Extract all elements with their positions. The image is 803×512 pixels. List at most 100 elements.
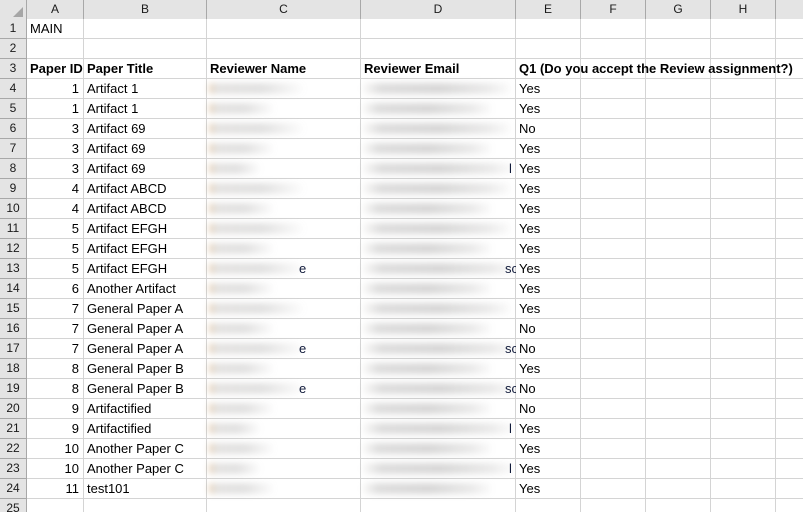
cell-reviewer-email-redacted[interactable] <box>363 323 491 334</box>
cell-reviewer-email-redacted[interactable] <box>363 423 513 434</box>
cell-reviewer-name-redacted[interactable] <box>209 443 275 454</box>
select-all-corner[interactable] <box>0 0 27 19</box>
cell-paper-id[interactable]: 7 <box>27 339 79 359</box>
cell-reviewer-name-redacted[interactable] <box>209 303 305 314</box>
column-header-h[interactable]: H <box>711 0 776 19</box>
cell-q1-answer[interactable]: Yes <box>519 219 577 239</box>
cell-reviewer-name-redacted[interactable] <box>209 423 261 434</box>
cell-reviewer-email-redacted[interactable] <box>363 343 515 354</box>
header-cell-paper-title[interactable]: Paper Title <box>87 59 205 79</box>
cell-paper-id[interactable]: 11 <box>27 479 80 499</box>
cell-reviewer-name-redacted[interactable] <box>209 383 305 394</box>
cell-q1-answer[interactable]: Yes <box>519 79 577 99</box>
cell-q1-answer[interactable]: Yes <box>519 279 577 299</box>
cell-reviewer-name-redacted[interactable] <box>209 403 275 414</box>
cell-reviewer-name-redacted[interactable] <box>209 263 305 274</box>
column-header-d[interactable]: D <box>361 0 516 19</box>
cell-paper-id[interactable]: 10 <box>27 439 79 459</box>
cell-paper-title[interactable]: Another Paper C <box>87 459 205 479</box>
row-header-20[interactable]: 20 <box>0 399 27 419</box>
cell-q1-answer[interactable]: Yes <box>519 139 577 159</box>
row-header-4[interactable]: 4 <box>0 79 27 99</box>
column-header-g[interactable]: G <box>646 0 711 19</box>
cell-paper-id[interactable]: 3 <box>27 119 79 139</box>
cell-reviewer-name-redacted[interactable] <box>209 183 305 194</box>
cell-reviewer-name-redacted[interactable] <box>209 343 305 354</box>
cell-q1-answer[interactable]: Yes <box>519 479 577 499</box>
cell-paper-title[interactable]: General Paper B <box>87 379 205 399</box>
row-header-13[interactable]: 13 <box>0 259 27 279</box>
cell-reviewer-email-redacted[interactable] <box>363 303 510 314</box>
cell-q1-answer[interactable]: Yes <box>519 179 577 199</box>
cell-q1-answer[interactable]: Yes <box>519 419 577 439</box>
cell-reviewer-email-redacted[interactable] <box>363 483 491 494</box>
cell-paper-title[interactable]: Artifact 69 <box>87 159 205 179</box>
cell-reviewer-email-redacted[interactable] <box>363 163 513 174</box>
row-header-22[interactable]: 22 <box>0 439 27 459</box>
row-header-19[interactable]: 19 <box>0 379 27 399</box>
row-header-21[interactable]: 21 <box>0 419 27 439</box>
cell-paper-id[interactable]: 1 <box>27 79 79 99</box>
cell-reviewer-name-redacted[interactable] <box>209 123 305 134</box>
cell-paper-id[interactable]: 5 <box>27 239 79 259</box>
cell-q1-answer[interactable]: No <box>519 119 577 139</box>
cell-paper-id[interactable]: 10 <box>27 459 79 479</box>
cell-q1-answer[interactable]: Yes <box>519 439 577 459</box>
header-cell-reviewer-name[interactable]: Reviewer Name <box>210 59 360 79</box>
row-header-25[interactable]: 25 <box>0 499 27 512</box>
cell-paper-title[interactable]: Artifactified <box>87 419 205 439</box>
cell-reviewer-email-redacted[interactable] <box>363 183 510 194</box>
cell-q1-answer[interactable]: Yes <box>519 299 577 319</box>
column-header-f[interactable]: F <box>581 0 646 19</box>
cell-paper-title[interactable]: General Paper B <box>87 359 205 379</box>
cell-reviewer-email-redacted[interactable] <box>363 203 491 214</box>
cell-q1-answer[interactable]: No <box>519 399 577 419</box>
row-header-1[interactable]: 1 <box>0 19 27 39</box>
row-header-24[interactable]: 24 <box>0 479 27 499</box>
cell-reviewer-email-redacted[interactable] <box>363 143 491 154</box>
row-header-9[interactable]: 9 <box>0 179 27 199</box>
cell-paper-id[interactable]: 3 <box>27 139 79 159</box>
cell-paper-title[interactable]: Artifact ABCD <box>87 179 205 199</box>
cell-reviewer-name-redacted[interactable] <box>209 483 275 494</box>
row-header-2[interactable]: 2 <box>0 39 27 59</box>
cell-paper-title[interactable]: Artifact EFGH <box>87 259 205 279</box>
row-header-3[interactable]: 3 <box>0 59 27 79</box>
row-header-8[interactable]: 8 <box>0 159 27 179</box>
cell-reviewer-name-redacted[interactable] <box>209 83 305 94</box>
cell-reviewer-name-redacted[interactable] <box>209 223 305 234</box>
cell-paper-id[interactable]: 9 <box>27 419 79 439</box>
cell-paper-id[interactable]: 1 <box>27 99 79 119</box>
row-header-16[interactable]: 16 <box>0 319 27 339</box>
cell-reviewer-email-redacted[interactable] <box>363 443 491 454</box>
cell-reviewer-email-redacted[interactable] <box>363 103 491 114</box>
row-header-10[interactable]: 10 <box>0 199 27 219</box>
cell-q1-answer[interactable]: Yes <box>519 159 577 179</box>
cell-reviewer-name-redacted[interactable] <box>209 243 275 254</box>
cell-paper-title[interactable]: test101 <box>87 479 205 499</box>
cell-reviewer-name-redacted[interactable] <box>209 463 261 474</box>
cell-reviewer-email-redacted[interactable] <box>363 363 491 374</box>
cell-q1-answer[interactable]: No <box>519 379 577 399</box>
cell-paper-id[interactable]: 3 <box>27 159 79 179</box>
column-header-a[interactable]: A <box>27 0 84 19</box>
cell-reviewer-email-redacted[interactable] <box>363 243 491 254</box>
cell-q1-answer[interactable]: Yes <box>519 199 577 219</box>
cell-paper-title[interactable]: Artifact 69 <box>87 139 205 159</box>
cell-reviewer-name-redacted[interactable] <box>209 143 275 154</box>
row-header-6[interactable]: 6 <box>0 119 27 139</box>
cell-paper-title[interactable]: Artifact ABCD <box>87 199 205 219</box>
cell-q1-answer[interactable]: Yes <box>519 459 577 479</box>
cell-paper-id[interactable]: 7 <box>27 299 79 319</box>
cell-paper-title[interactable]: Artifact 1 <box>87 79 205 99</box>
cell-reviewer-name-redacted[interactable] <box>209 163 261 174</box>
cell-paper-id[interactable]: 8 <box>27 359 79 379</box>
column-header-b[interactable]: B <box>84 0 207 19</box>
cell-reviewer-email-redacted[interactable] <box>363 123 510 134</box>
cell-paper-id[interactable]: 7 <box>27 319 79 339</box>
cell-paper-title[interactable]: Artifactified <box>87 399 205 419</box>
row-header-11[interactable]: 11 <box>0 219 27 239</box>
spreadsheet-grid[interactable]: A B C D E F G H 1 2 3 4 5 6 7 8 9 10 11 … <box>0 0 803 512</box>
cell-q1-answer[interactable]: Yes <box>519 99 577 119</box>
row-header-17[interactable]: 17 <box>0 339 27 359</box>
